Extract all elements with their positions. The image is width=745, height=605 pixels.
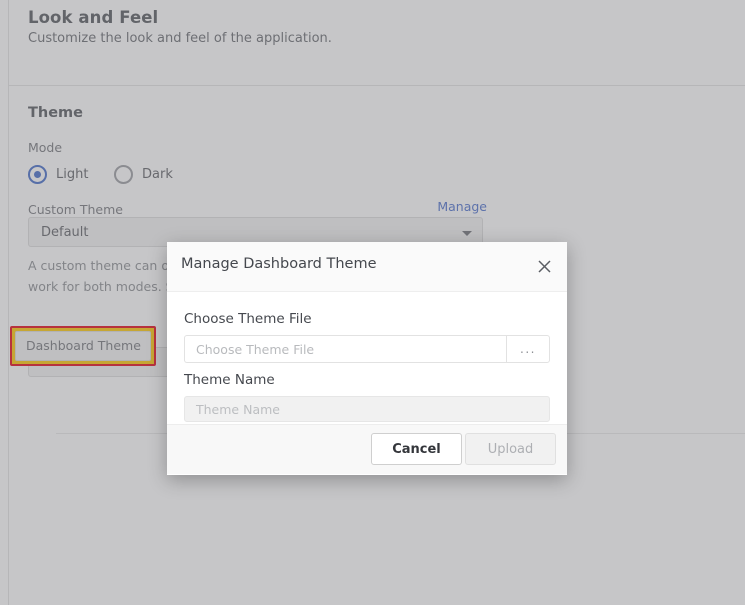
dialog-header: Manage Dashboard Theme (167, 242, 567, 292)
dialog-title: Manage Dashboard Theme (181, 256, 377, 272)
upload-button[interactable]: Upload (465, 433, 556, 465)
dialog-footer: Cancel Upload (167, 424, 567, 474)
browse-file-button[interactable]: ... (506, 335, 550, 363)
choose-theme-file-row: Choose Theme File ... (184, 335, 550, 363)
theme-name-input-placeholder: Theme Name (196, 402, 280, 417)
theme-file-input[interactable]: Choose Theme File (184, 335, 506, 363)
theme-file-input-placeholder: Choose Theme File (196, 342, 314, 357)
theme-name-label: Theme Name (184, 372, 275, 388)
cancel-button[interactable]: Cancel (371, 433, 462, 465)
theme-name-input[interactable]: Theme Name (184, 396, 550, 422)
manage-dashboard-theme-dialog: Manage Dashboard Theme Choose Theme File… (167, 242, 567, 475)
dialog-body: Choose Theme File Choose Theme File ... … (167, 292, 567, 424)
choose-theme-file-label: Choose Theme File (184, 311, 312, 327)
close-icon[interactable] (531, 253, 557, 279)
